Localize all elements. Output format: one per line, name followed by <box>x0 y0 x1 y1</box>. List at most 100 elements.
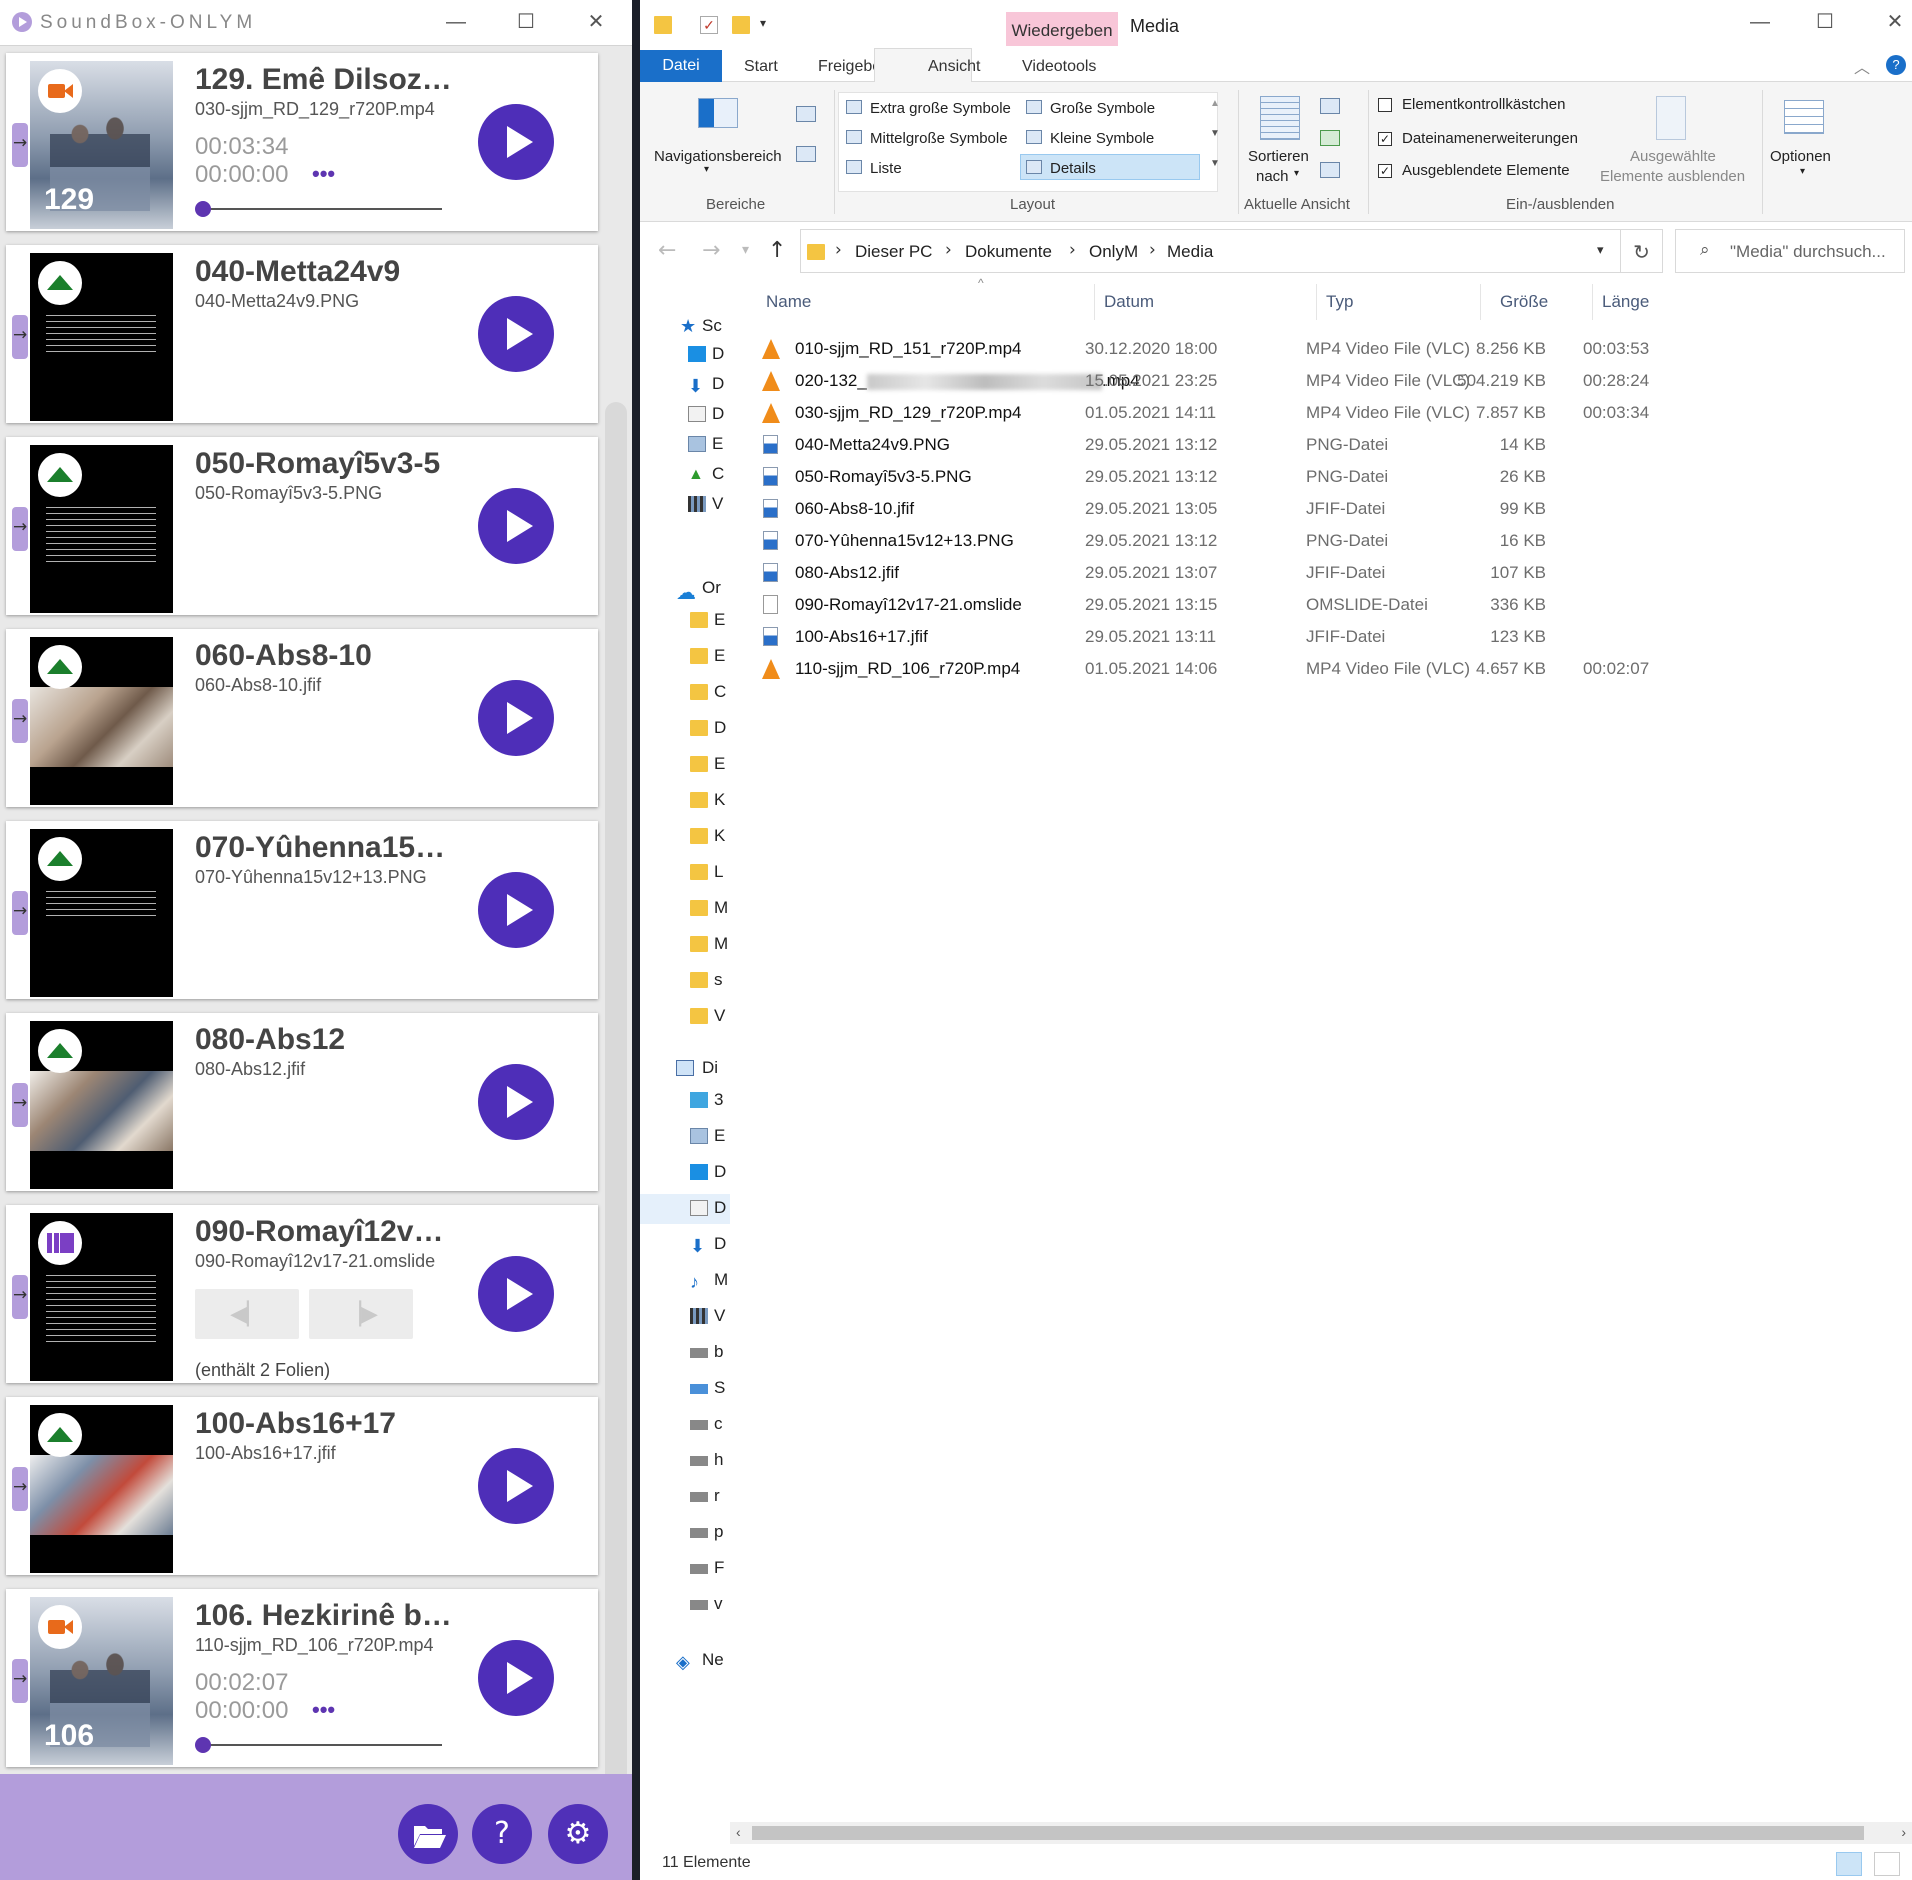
file-row[interactable]: 070-Yûhenna15v12+13.PNG 29.05.2021 13:12… <box>750 525 1900 557</box>
nav-folder[interactable]: M <box>714 934 728 964</box>
column-separator[interactable] <box>1094 284 1095 320</box>
tab-start[interactable]: Start <box>744 58 778 76</box>
options-icon[interactable] <box>1784 100 1824 134</box>
file-row[interactable]: 020-132_ .mp4 15.05.2021 23:25 MP4 Video … <box>750 365 1900 397</box>
nav-folder[interactable]: E <box>714 754 725 784</box>
nav-folder[interactable]: E <box>714 610 725 640</box>
nav-item[interactable]: D <box>712 344 724 374</box>
gallery-expand-icon[interactable]: ▼ <box>1210 158 1220 169</box>
column-header-type[interactable]: Typ <box>1326 292 1353 312</box>
settings-gear-icon[interactable]: ⚙ <box>548 1804 608 1864</box>
hide-selected-line2[interactable]: Elemente ausblenden <box>1600 168 1745 185</box>
maximize-button[interactable]: ☐ <box>1805 8 1845 36</box>
play-button[interactable] <box>478 680 554 756</box>
details-pane-icon[interactable] <box>796 146 816 162</box>
new-folder-icon[interactable] <box>732 16 750 34</box>
item-checkboxes-label[interactable]: Elementkontrollkästchen <box>1402 96 1565 113</box>
nav-folder[interactable]: K <box>714 826 725 856</box>
nav-item[interactable]: E <box>712 434 723 464</box>
play-button[interactable] <box>478 104 554 180</box>
properties-check-icon[interactable]: ✓ <box>700 16 718 34</box>
back-arrow-icon[interactable]: ← <box>658 238 676 263</box>
drag-handle-arrow-icon[interactable] <box>12 1659 28 1703</box>
file-row[interactable]: 100-Abs16+17.jfif 29.05.2021 13:11 JFIF-… <box>750 621 1900 653</box>
horizontal-scrollbar[interactable]: ‹ › <box>730 1822 1912 1844</box>
nav-folder[interactable]: L <box>714 862 723 892</box>
nav-folder[interactable]: E <box>714 646 725 676</box>
nav-folder[interactable]: K <box>714 790 725 820</box>
nav-item[interactable]: E <box>714 1126 725 1156</box>
nav-drive[interactable]: r <box>714 1486 720 1516</box>
column-separator[interactable] <box>1592 284 1593 320</box>
nav-folder[interactable]: V <box>714 1006 725 1036</box>
item-checkboxes-checkbox[interactable] <box>1378 98 1392 112</box>
refresh-icon[interactable]: ↻ <box>1621 229 1663 273</box>
nav-drive[interactable]: S <box>714 1378 725 1408</box>
breadcrumb-media[interactable]: Media <box>1167 242 1213 262</box>
up-arrow-icon[interactable]: ↑ <box>768 238 786 263</box>
play-button[interactable] <box>478 296 554 372</box>
nav-folder[interactable]: M <box>714 898 728 928</box>
details-view-icon[interactable] <box>1836 1852 1862 1876</box>
play-button[interactable] <box>478 488 554 564</box>
column-header-size[interactable]: Größe <box>1500 292 1548 312</box>
minimize-button[interactable]: — <box>436 8 476 36</box>
navigation-pane-icon[interactable] <box>698 98 738 128</box>
close-button[interactable]: ✕ <box>1875 8 1912 36</box>
scroll-left-icon[interactable]: ‹ <box>736 1824 741 1840</box>
scroll-right-icon[interactable]: › <box>1901 1824 1906 1840</box>
drag-handle-arrow-icon[interactable] <box>12 1467 28 1511</box>
breadcrumb-separator-icon[interactable]: › <box>1069 240 1076 260</box>
drag-handle-arrow-icon[interactable] <box>12 315 28 359</box>
position-slider-knob[interactable] <box>195 1737 211 1753</box>
file-row[interactable]: 030-sjjm_RD_129_r720P.mp4 01.05.2021 14:… <box>750 397 1900 429</box>
position-slider[interactable] <box>206 1744 442 1746</box>
maximize-button[interactable]: ☐ <box>506 8 546 36</box>
sort-by-icon[interactable] <box>1260 96 1300 140</box>
nav-item[interactable]: D <box>714 1234 726 1264</box>
address-bar[interactable]: › Dieser PC › Dokumente › OnlyM › Media … <box>800 229 1621 273</box>
forward-arrow-icon[interactable]: → <box>702 238 720 263</box>
drag-handle-arrow-icon[interactable] <box>12 123 28 167</box>
collapse-ribbon-chevron-icon[interactable]: ︿ <box>1854 54 1870 78</box>
breadcrumb-onlym[interactable]: OnlyM <box>1089 242 1138 262</box>
sort-by-line1[interactable]: Sortieren <box>1248 148 1309 165</box>
nav-onedrive[interactable]: Or <box>702 578 721 608</box>
file-row[interactable]: 080-Abs12.jfif 29.05.2021 13:07 JFIF-Dat… <box>750 557 1900 589</box>
previous-slide-button[interactable]: ◀▏ <box>195 1289 299 1339</box>
nav-item[interactable]: C <box>712 464 724 494</box>
breadcrumb-separator-icon[interactable]: › <box>835 240 842 260</box>
close-button[interactable]: ✕ <box>576 8 616 36</box>
drag-handle-arrow-icon[interactable] <box>12 507 28 551</box>
horizontal-scrollbar-thumb[interactable] <box>752 1826 1864 1840</box>
gallery-scroll-up-icon[interactable]: ▲ <box>1210 98 1220 109</box>
tab-ansicht[interactable]: Ansicht <box>928 58 980 76</box>
drag-handle-arrow-icon[interactable] <box>12 1275 28 1319</box>
layout-medium-icons[interactable]: Mittelgroße Symbole <box>870 130 1008 147</box>
nav-this-pc[interactable]: Di <box>702 1058 718 1088</box>
drag-handle-arrow-icon[interactable] <box>12 891 28 935</box>
file-row[interactable]: 090-Romayî12v17-21.omslide 29.05.2021 13… <box>750 589 1900 621</box>
layout-list[interactable]: Liste <box>870 160 902 177</box>
group-by-icon[interactable] <box>1320 98 1340 114</box>
nav-item[interactable]: D <box>714 1162 726 1192</box>
position-slider[interactable] <box>206 208 442 210</box>
nav-item-documents[interactable]: D <box>714 1198 726 1228</box>
breadcrumb-dokumente[interactable]: Dokumente <box>965 242 1052 262</box>
column-header-date[interactable]: Datum <box>1104 292 1154 312</box>
nav-item[interactable]: V <box>714 1306 725 1336</box>
breadcrumb-separator-icon[interactable]: › <box>945 240 952 260</box>
nav-item[interactable]: M <box>714 1270 728 1300</box>
nav-item[interactable]: V <box>712 494 723 524</box>
nav-drive[interactable]: c <box>714 1414 723 1444</box>
play-button[interactable] <box>478 872 554 948</box>
tab-videotools[interactable]: Videotools <box>1022 58 1096 76</box>
hide-selected-icon[interactable] <box>1656 96 1686 140</box>
size-columns-icon[interactable] <box>1320 162 1340 178</box>
file-row[interactable]: 110-sjjm_RD_106_r720P.mp4 01.05.2021 14:… <box>750 653 1900 685</box>
hidden-items-checkbox[interactable]: ✓ <box>1378 164 1392 178</box>
nav-folder[interactable]: C <box>714 682 726 712</box>
folder-open-icon[interactable] <box>398 1804 458 1864</box>
position-slider-knob[interactable] <box>195 201 211 217</box>
play-button[interactable] <box>478 1448 554 1524</box>
